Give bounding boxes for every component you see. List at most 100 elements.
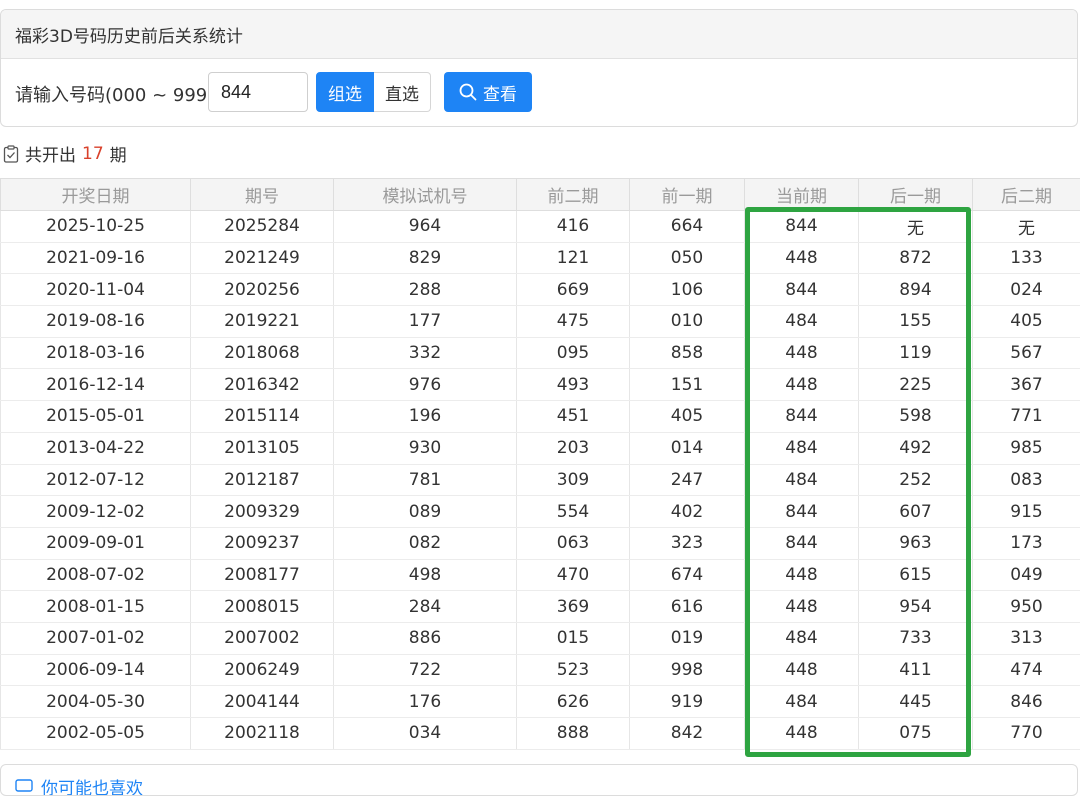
cell-next-2: 771 xyxy=(973,401,1080,433)
cell-draw-date: 2025-10-25 xyxy=(1,211,191,243)
cell-issue: 2008177 xyxy=(191,559,334,591)
cell-draw-date: 2009-12-02 xyxy=(1,496,191,528)
search-button[interactable]: 查看 xyxy=(444,72,532,112)
cell-current: 484 xyxy=(745,686,859,718)
cell-test-number: 177 xyxy=(334,306,517,338)
cell-draw-date: 2009-09-01 xyxy=(1,527,191,559)
table-row: 2008-01-152008015284369616448954950 xyxy=(1,591,1080,623)
cell-issue: 2009329 xyxy=(191,496,334,528)
cell-issue: 2018068 xyxy=(191,337,334,369)
cell-draw-date: 2021-09-16 xyxy=(1,242,191,274)
cell-prev-2: 203 xyxy=(517,432,630,464)
cell-next-1: 954 xyxy=(859,591,973,623)
cell-test-number: 176 xyxy=(334,686,517,718)
cell-current: 484 xyxy=(745,306,859,338)
cell-current: 484 xyxy=(745,464,859,496)
panel-title: 福彩3D号码历史前后关系统计 xyxy=(1,10,1077,59)
cell-issue: 2008015 xyxy=(191,591,334,623)
cell-prev-1: 010 xyxy=(630,306,745,338)
cell-next-1: 894 xyxy=(859,274,973,306)
table-row: 2006-09-142006249722523998448411474 xyxy=(1,654,1080,686)
cell-next-2: 985 xyxy=(973,432,1080,464)
cell-next-1: 无 xyxy=(859,211,973,243)
cell-current: 448 xyxy=(745,337,859,369)
cell-test-number: 964 xyxy=(334,211,517,243)
direct-mode-button[interactable]: 直选 xyxy=(374,72,431,112)
cell-next-2: 567 xyxy=(973,337,1080,369)
cell-test-number: 930 xyxy=(334,432,517,464)
cell-current: 448 xyxy=(745,718,859,750)
number-input-label: 请输入号码(000 ~ 999)： xyxy=(15,81,232,107)
cell-test-number: 498 xyxy=(334,559,517,591)
cell-prev-1: 858 xyxy=(630,337,745,369)
table-row: 2009-12-022009329089554402844607915 xyxy=(1,496,1080,528)
table-row: 2015-05-012015114196451405844598771 xyxy=(1,401,1080,433)
cell-current: 448 xyxy=(745,369,859,401)
cell-next-2: 367 xyxy=(973,369,1080,401)
cell-prev-1: 998 xyxy=(630,654,745,686)
cell-prev-2: 309 xyxy=(517,464,630,496)
group-mode-button[interactable]: 组选 xyxy=(316,72,374,112)
cell-next-1: 155 xyxy=(859,306,973,338)
cell-prev-2: 369 xyxy=(517,591,630,623)
cell-prev-1: 402 xyxy=(630,496,745,528)
cell-prev-1: 151 xyxy=(630,369,745,401)
header-next-2: 后二期 xyxy=(973,179,1080,211)
summary-prefix: 共开出 xyxy=(25,141,76,166)
cell-prev-2: 554 xyxy=(517,496,630,528)
chat-icon xyxy=(15,779,33,795)
cell-issue: 2009237 xyxy=(191,527,334,559)
cell-current: 448 xyxy=(745,559,859,591)
cell-prev-2: 475 xyxy=(517,306,630,338)
table-body: 2025-10-252025284964416664844无无2021-09-1… xyxy=(1,211,1080,750)
cell-current: 844 xyxy=(745,401,859,433)
cell-draw-date: 2008-07-02 xyxy=(1,559,191,591)
cell-test-number: 886 xyxy=(334,622,517,654)
cell-draw-date: 2006-09-14 xyxy=(1,654,191,686)
cell-prev-2: 015 xyxy=(517,622,630,654)
cell-issue: 2006249 xyxy=(191,654,334,686)
cell-next-2: 950 xyxy=(973,591,1080,623)
cell-prev-1: 050 xyxy=(630,242,745,274)
cell-test-number: 288 xyxy=(334,274,517,306)
cell-next-2: 770 xyxy=(973,718,1080,750)
cell-test-number: 976 xyxy=(334,369,517,401)
header-test-number: 模拟试机号 xyxy=(334,179,517,211)
cell-issue: 2013105 xyxy=(191,432,334,464)
cell-prev-2: 523 xyxy=(517,654,630,686)
summary-count: 17 xyxy=(82,144,104,164)
cell-test-number: 196 xyxy=(334,401,517,433)
table-row: 2025-10-252025284964416664844无无 xyxy=(1,211,1080,243)
cell-next-1: 872 xyxy=(859,242,973,274)
cell-draw-date: 2020-11-04 xyxy=(1,274,191,306)
header-draw-date: 开奖日期 xyxy=(1,179,191,211)
cell-issue: 2025284 xyxy=(191,211,334,243)
cell-prev-2: 626 xyxy=(517,686,630,718)
table-row: 2009-09-012009237082063323844963173 xyxy=(1,527,1080,559)
table-row: 2018-03-162018068332095858448119567 xyxy=(1,337,1080,369)
recommend-header[interactable]: 你可能也喜欢 xyxy=(15,774,143,796)
search-icon xyxy=(459,83,477,101)
cell-prev-1: 664 xyxy=(630,211,745,243)
cell-next-2: 083 xyxy=(973,464,1080,496)
cell-next-1: 607 xyxy=(859,496,973,528)
cell-test-number: 284 xyxy=(334,591,517,623)
cell-test-number: 781 xyxy=(334,464,517,496)
cell-prev-1: 323 xyxy=(630,527,745,559)
table-row: 2008-07-022008177498470674448615049 xyxy=(1,559,1080,591)
clipboard-icon xyxy=(3,145,19,163)
cell-current: 484 xyxy=(745,432,859,464)
table-row: 2012-07-122012187781309247484252083 xyxy=(1,464,1080,496)
cell-draw-date: 2002-05-05 xyxy=(1,718,191,750)
cell-next-2: 474 xyxy=(973,654,1080,686)
header-prev-1: 前一期 xyxy=(630,179,745,211)
cell-test-number: 722 xyxy=(334,654,517,686)
number-input[interactable] xyxy=(208,72,308,112)
cell-next-2: 915 xyxy=(973,496,1080,528)
cell-prev-1: 842 xyxy=(630,718,745,750)
results-table: 开奖日期 期号 模拟试机号 前二期 前一期 当前期 后一期 后二期 2025-1… xyxy=(0,178,1080,750)
cell-next-2: 133 xyxy=(973,242,1080,274)
result-summary: 共开出 17 期 xyxy=(3,141,127,166)
cell-issue: 2019221 xyxy=(191,306,334,338)
header-current: 当前期 xyxy=(745,179,859,211)
